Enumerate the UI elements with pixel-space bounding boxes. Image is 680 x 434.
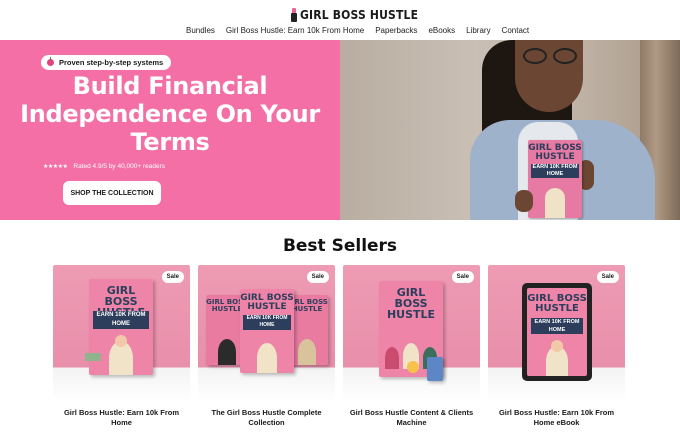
cover-title: GIRL BOSS HUSTLE <box>386 286 436 321</box>
hero-photo: GIRL BOSS HUSTLE EARN 10K FROM HOME <box>340 40 680 220</box>
nav-item-bundles[interactable]: Bundles <box>186 26 215 35</box>
product-image[interactable]: GIRL BOSS HUSTLE EARN 10K FROM HOME Sale <box>53 265 190 402</box>
decor-circle <box>407 361 419 373</box>
sale-badge: Sale <box>596 271 619 283</box>
book-cover: GIRL BOSS HUSTLE EARN 10K FROM HOME <box>240 289 294 373</box>
logo-text: GIRL BOSS HUSTLE <box>300 8 419 22</box>
nav-item-paperbacks[interactable]: Paperbacks <box>375 26 417 35</box>
cover-woman <box>545 188 565 218</box>
cover-woman <box>257 343 277 373</box>
product-title[interactable]: Girl Boss Hustle: Earn 10k From Home eBo… <box>488 408 625 428</box>
hero-book-title: GIRL BOSS HUSTLE <box>528 143 582 162</box>
product-image[interactable]: GIRL BOSS HUSTLE Sale <box>343 265 480 402</box>
hero-title-line-3: Terms <box>130 128 210 156</box>
cover-woman <box>218 339 236 365</box>
product-card[interactable]: GIRL BOSS HUSTLE EARN 10K FROM HOME Sale… <box>488 265 625 428</box>
main-nav: Bundles Girl Boss Hustle: Earn 10k From … <box>186 26 529 35</box>
pill-text: Proven step-by-step systems <box>59 58 164 67</box>
money-icon <box>85 353 101 361</box>
hero-title-line-2: Independence On Your <box>20 100 320 128</box>
product-card[interactable]: GIRL BOSS HUSTLE Sale Girl Boss Hustle C… <box>343 265 480 428</box>
hero-title-line-1: Build Financial <box>72 72 268 100</box>
nav-item-library[interactable]: Library <box>466 26 490 35</box>
star-rating-icon: ★★★★★ <box>43 164 68 170</box>
product-image[interactable]: GIRL BOSS HUSTLE GIRL BOSS HUSTLE GIRL B… <box>198 265 335 402</box>
cover-band: EARN 10K FROM HOME <box>243 315 291 330</box>
nav-item-ebooks[interactable]: eBooks <box>428 26 455 35</box>
phone-prop <box>427 357 443 381</box>
cover-band: EARN 10K FROM HOME <box>531 318 583 334</box>
sale-badge: Sale <box>306 271 329 283</box>
cover-band: EARN 10K FROM HOME <box>93 311 149 329</box>
cover-woman <box>385 347 399 369</box>
hero-title: Build Financial Independence On Your Ter… <box>0 72 340 156</box>
rating: ★★★★★ Rated 4.9/5 by 40,000+ readers <box>43 163 165 170</box>
apple-icon <box>47 57 54 66</box>
cover-title: GIRL BOSS HUSTLE <box>240 293 294 312</box>
proven-systems-pill: Proven step-by-step systems <box>41 55 172 70</box>
sale-badge: Sale <box>161 271 184 283</box>
hero-book-subtitle: EARN 10K FROM HOME <box>531 164 579 178</box>
cover-title: GIRL BOSS HUSTLE <box>527 293 587 314</box>
product-title[interactable]: Girl Boss Hustle Content & Clients Machi… <box>343 408 480 428</box>
rating-text: Rated 4.9/5 by 40,000+ readers <box>73 163 166 170</box>
lipstick-icon <box>291 8 297 22</box>
sale-badge: Sale <box>451 271 474 283</box>
cover-face <box>115 335 127 347</box>
best-sellers-heading: Best Sellers <box>282 236 398 256</box>
nav-item-earn-10k[interactable]: Girl Boss Hustle: Earn 10k From Home <box>226 26 364 35</box>
product-image[interactable]: GIRL BOSS HUSTLE EARN 10K FROM HOME Sale <box>488 265 625 402</box>
product-title[interactable]: The Girl Boss Hustle Complete Collection <box>198 408 335 428</box>
hero-banner: Proven step-by-step systems Build Financ… <box>0 40 340 220</box>
site-header: GIRL BOSS HUSTLE Bundles Girl Boss Hustl… <box>0 0 680 40</box>
person-hand <box>515 190 533 212</box>
hero-book: GIRL BOSS HUSTLE EARN 10K FROM HOME <box>528 140 582 218</box>
glasses-icon <box>521 48 581 64</box>
book-cover: GIRL BOSS HUSTLE EARN 10K FROM HOME <box>527 288 587 376</box>
cover-face <box>551 340 563 352</box>
nav-item-contact[interactable]: Contact <box>502 26 530 35</box>
product-card[interactable]: GIRL BOSS HUSTLE GIRL BOSS HUSTLE GIRL B… <box>198 265 335 428</box>
cover-woman <box>298 339 316 365</box>
product-title[interactable]: Girl Boss Hustle: Earn 10k From Home <box>53 408 190 428</box>
product-card[interactable]: GIRL BOSS HUSTLE EARN 10K FROM HOME Sale… <box>53 265 190 428</box>
shop-collection-button[interactable]: SHOP THE COLLECTION <box>63 181 161 205</box>
logo[interactable]: GIRL BOSS HUSTLE <box>291 7 431 23</box>
